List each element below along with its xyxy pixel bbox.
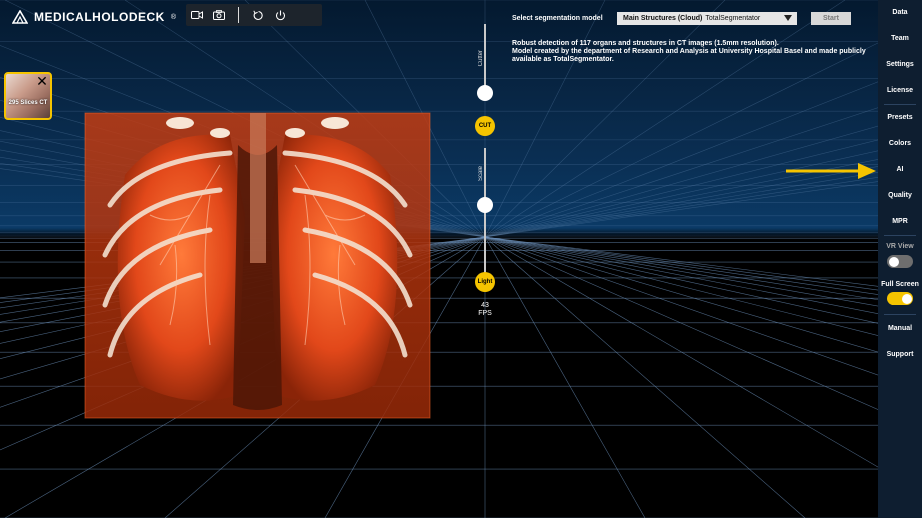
full-screen-toggle[interactable]: [887, 292, 913, 305]
fps-unit: FPS: [478, 310, 492, 317]
sidebar-divider: [884, 235, 916, 236]
right-sidebar: Data Team Settings License Presets Color…: [878, 0, 922, 518]
ct-volume-render[interactable]: [70, 105, 440, 425]
cutter-rail: [484, 24, 486, 92]
caret-down-icon: [784, 15, 792, 21]
logo-icon: [12, 10, 28, 24]
arrow-right-icon: [786, 163, 876, 179]
sidebar-divider: [884, 104, 916, 105]
segmentation-model-select[interactable]: Main Structures (Cloud) TotalSegmentator: [617, 12, 797, 25]
cutter-label: Cutter: [478, 50, 484, 67]
sidebar-item-colors[interactable]: Colors: [878, 140, 922, 147]
scale-label: Scale: [478, 166, 484, 182]
start-button[interactable]: Start: [811, 12, 851, 25]
description-line-1: Robust detection of 117 organs and struc…: [512, 40, 779, 47]
series-label: 295 Slices CT: [8, 100, 48, 106]
sidebar-divider: [884, 314, 916, 315]
close-icon[interactable]: ✕: [35, 74, 49, 88]
reset-icon: [252, 10, 263, 20]
sidebar-item-settings[interactable]: Settings: [878, 61, 922, 68]
sidebar-item-presets[interactable]: Presets: [878, 114, 922, 121]
vr-view-label: VR View: [886, 243, 914, 250]
sidebar-item-quality[interactable]: Quality: [878, 192, 922, 199]
video-camera-icon: [191, 11, 203, 19]
description-line-2: Model created by the department of Resea…: [512, 48, 866, 63]
power-icon: [275, 10, 285, 20]
light-button[interactable]: Light: [475, 272, 495, 292]
sidebar-item-license[interactable]: License: [878, 87, 922, 94]
top-toolbar: [186, 4, 322, 26]
series-thumbnail[interactable]: ✕ 295 Slices CT: [4, 72, 52, 120]
cut-button[interactable]: CUT: [475, 116, 495, 136]
sidebar-item-manual[interactable]: Manual: [878, 325, 922, 332]
camera-icon: [213, 10, 225, 20]
reset-view-button[interactable]: [247, 4, 269, 26]
view-controls: Cutter CUT Scale Light 43 FPS: [474, 24, 496, 324]
brand-logo: MEDICALHOLODECK ®: [12, 10, 177, 24]
model-name: Main Structures (Cloud): [623, 15, 703, 22]
power-button[interactable]: [269, 4, 291, 26]
model-description: Robust detection of 117 organs and struc…: [512, 40, 872, 64]
segmentation-label: Select segmentation model: [512, 15, 603, 22]
scale-rail: [484, 148, 486, 284]
fps-value: 43: [481, 302, 489, 309]
3d-viewport[interactable]: MEDICALHOLODECK ® ✕ 295 Slices CT Cutter…: [0, 0, 878, 518]
sidebar-item-support[interactable]: Support: [878, 351, 922, 358]
screenshot-button[interactable]: [208, 4, 230, 26]
toolbar-divider: [238, 7, 239, 23]
model-sub: TotalSegmentator: [705, 15, 761, 22]
cutter-slider-knob[interactable]: [477, 85, 493, 101]
trademark: ®: [170, 13, 177, 21]
sidebar-item-mpr[interactable]: MPR: [878, 218, 922, 225]
sidebar-item-team[interactable]: Team: [878, 35, 922, 42]
sidebar-item-ai[interactable]: AI: [878, 166, 922, 173]
full-screen-label: Full Screen: [881, 281, 919, 288]
vr-view-toggle[interactable]: [887, 255, 913, 268]
scale-slider-knob[interactable]: [477, 197, 493, 213]
toggle-knob: [888, 256, 899, 267]
toggle-knob: [901, 293, 912, 304]
record-video-button[interactable]: [186, 4, 208, 26]
fps-readout: 43 FPS: [474, 302, 496, 318]
brand-name: MEDICALHOLODECK: [34, 10, 165, 24]
sidebar-item-data[interactable]: Data: [878, 9, 922, 16]
